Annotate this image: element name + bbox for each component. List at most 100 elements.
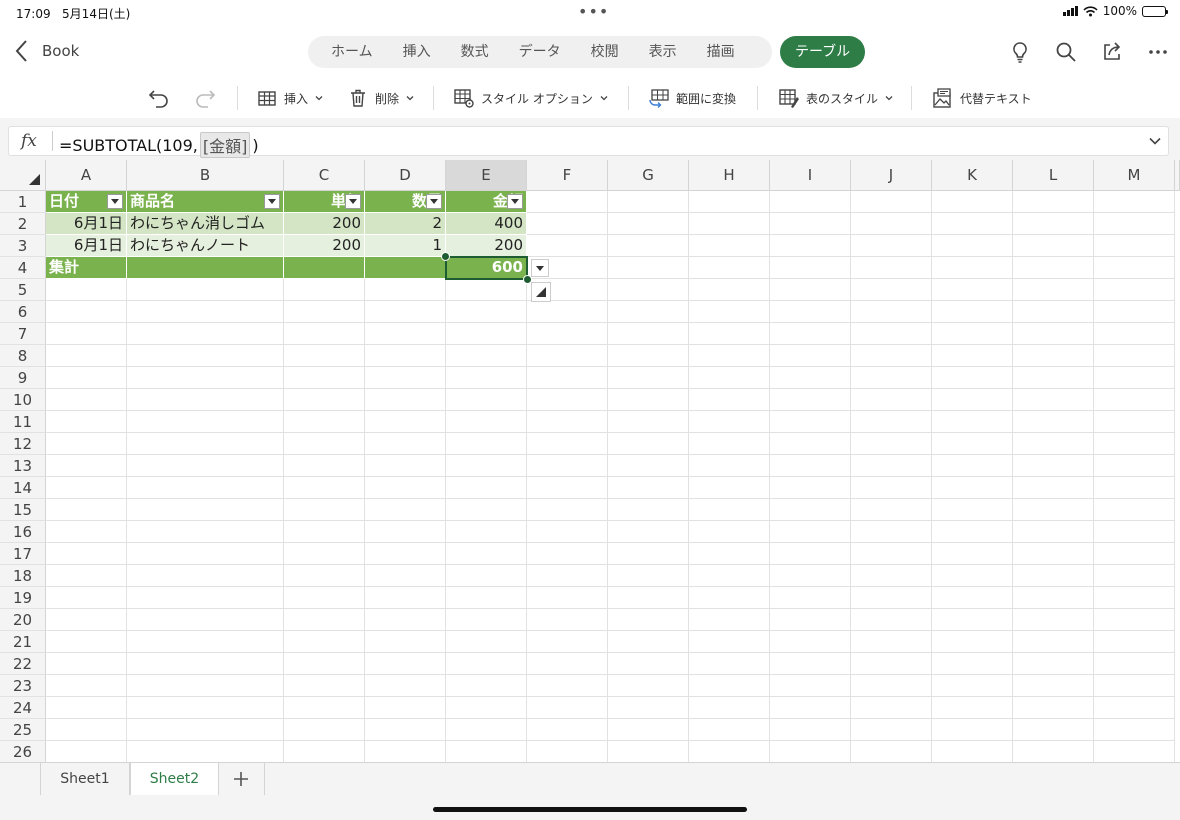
- cell[interactable]: [608, 411, 689, 433]
- cell[interactable]: [1094, 521, 1175, 543]
- cell[interactable]: [1094, 741, 1175, 762]
- cell[interactable]: [365, 345, 446, 367]
- column-header-g[interactable]: G: [608, 160, 689, 191]
- cell[interactable]: [932, 345, 1013, 367]
- cell[interactable]: [446, 719, 527, 741]
- cell[interactable]: [1094, 565, 1175, 587]
- cell[interactable]: [932, 565, 1013, 587]
- cell[interactable]: [446, 345, 527, 367]
- cell[interactable]: [46, 367, 127, 389]
- cell[interactable]: [365, 499, 446, 521]
- column-header-d[interactable]: D: [365, 160, 446, 191]
- cell[interactable]: [527, 213, 608, 235]
- cell[interactable]: [770, 609, 851, 631]
- cell[interactable]: [932, 477, 1013, 499]
- cell[interactable]: [1013, 565, 1094, 587]
- cell[interactable]: [851, 609, 932, 631]
- cell[interactable]: [851, 279, 932, 301]
- cell[interactable]: [1013, 719, 1094, 741]
- cell[interactable]: [770, 675, 851, 697]
- cell[interactable]: [284, 499, 365, 521]
- cell[interactable]: [46, 675, 127, 697]
- table-header-cell[interactable]: 数量: [365, 191, 446, 213]
- cell[interactable]: [689, 697, 770, 719]
- cell[interactable]: [127, 455, 284, 477]
- cell[interactable]: [932, 587, 1013, 609]
- cell[interactable]: [127, 543, 284, 565]
- cell[interactable]: [851, 675, 932, 697]
- home-indicator[interactable]: [433, 807, 747, 812]
- cell[interactable]: [770, 499, 851, 521]
- cell[interactable]: [770, 301, 851, 323]
- cell[interactable]: [446, 389, 527, 411]
- cell[interactable]: [689, 521, 770, 543]
- delete-button[interactable]: 削除: [347, 84, 415, 112]
- convert-to-range-button[interactable]: 範囲に変換: [648, 84, 736, 112]
- cell[interactable]: [284, 345, 365, 367]
- cell[interactable]: [932, 389, 1013, 411]
- row-header-23[interactable]: 23: [0, 675, 46, 697]
- cell[interactable]: [127, 477, 284, 499]
- cell[interactable]: [608, 521, 689, 543]
- cell[interactable]: [689, 609, 770, 631]
- row-header-22[interactable]: 22: [0, 653, 46, 675]
- cell[interactable]: [284, 301, 365, 323]
- row-header-14[interactable]: 14: [0, 477, 46, 499]
- cell[interactable]: [608, 543, 689, 565]
- select-all-corner[interactable]: [0, 160, 46, 191]
- cell[interactable]: [365, 389, 446, 411]
- cell[interactable]: [851, 455, 932, 477]
- cell[interactable]: [46, 543, 127, 565]
- total-row-cell[interactable]: 集計: [46, 257, 127, 279]
- column-header-h[interactable]: H: [689, 160, 770, 191]
- row-header-2[interactable]: 2: [0, 213, 46, 235]
- cell[interactable]: [1094, 411, 1175, 433]
- total-row-cell[interactable]: [127, 257, 284, 279]
- cell[interactable]: [1013, 279, 1094, 301]
- cell[interactable]: [527, 411, 608, 433]
- cell[interactable]: [1094, 587, 1175, 609]
- cell[interactable]: [932, 411, 1013, 433]
- cell[interactable]: [770, 235, 851, 257]
- cell[interactable]: [689, 433, 770, 455]
- cell[interactable]: [851, 257, 932, 279]
- cell[interactable]: [46, 323, 127, 345]
- cell[interactable]: [365, 433, 446, 455]
- cell[interactable]: [527, 741, 608, 762]
- cell[interactable]: [1013, 521, 1094, 543]
- cell[interactable]: [932, 235, 1013, 257]
- cell[interactable]: [284, 697, 365, 719]
- cell[interactable]: [770, 345, 851, 367]
- cell[interactable]: [365, 477, 446, 499]
- cell[interactable]: [365, 631, 446, 653]
- row-header-6[interactable]: 6: [0, 301, 46, 323]
- cell[interactable]: [127, 411, 284, 433]
- cell[interactable]: [127, 587, 284, 609]
- cell[interactable]: [527, 191, 608, 213]
- row-header-3[interactable]: 3: [0, 235, 46, 257]
- cell[interactable]: [608, 609, 689, 631]
- cell[interactable]: [932, 323, 1013, 345]
- cell[interactable]: [1094, 675, 1175, 697]
- cell[interactable]: [527, 587, 608, 609]
- cell[interactable]: [932, 609, 1013, 631]
- cell[interactable]: [851, 697, 932, 719]
- cell[interactable]: [365, 719, 446, 741]
- cell[interactable]: [770, 279, 851, 301]
- cell[interactable]: [127, 367, 284, 389]
- cell[interactable]: [365, 323, 446, 345]
- cell[interactable]: [851, 235, 932, 257]
- cell[interactable]: [446, 499, 527, 521]
- row-header-9[interactable]: 9: [0, 367, 46, 389]
- cell[interactable]: [46, 609, 127, 631]
- cell[interactable]: [1094, 301, 1175, 323]
- cell[interactable]: [1094, 631, 1175, 653]
- cell[interactable]: [1013, 631, 1094, 653]
- cell[interactable]: [689, 235, 770, 257]
- row-header-25[interactable]: 25: [0, 719, 46, 741]
- cell[interactable]: [1013, 345, 1094, 367]
- tab-review[interactable]: 校閲: [576, 36, 634, 68]
- cell[interactable]: [932, 301, 1013, 323]
- cell[interactable]: [1094, 477, 1175, 499]
- cell[interactable]: [1013, 609, 1094, 631]
